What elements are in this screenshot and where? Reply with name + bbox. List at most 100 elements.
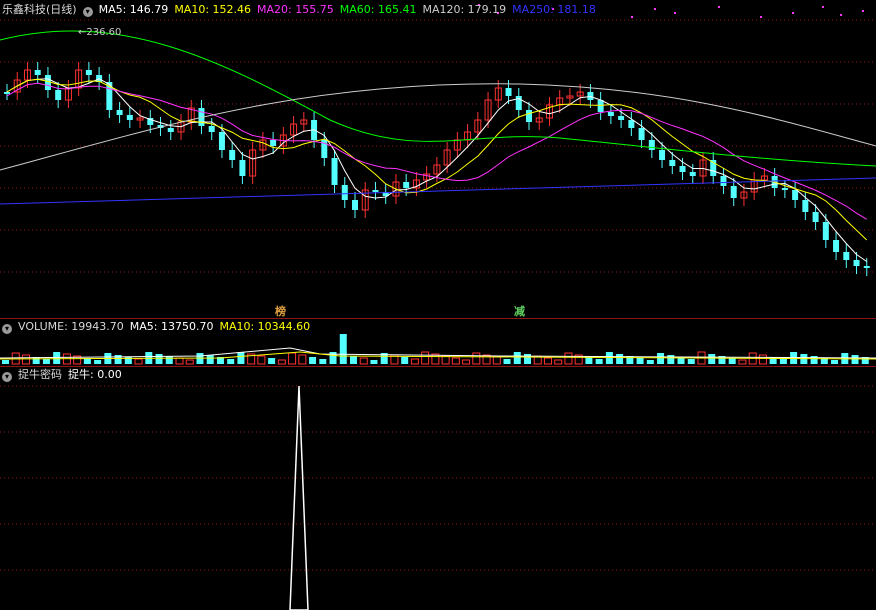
candle-body [802, 200, 809, 212]
ma-legend: MA5: 146.79 MA10: 152.46 MA20: 155.75 MA60:… [99, 3, 602, 16]
candle-body [638, 128, 645, 140]
candle-body [792, 190, 799, 200]
ma-legend-item: MA120: 179.19 [422, 3, 507, 16]
candle-body [781, 188, 788, 190]
candle-body [167, 128, 174, 132]
candle-body [607, 112, 614, 116]
badge-bang[interactable]: 榜 [275, 303, 286, 319]
volume-bar [708, 354, 716, 364]
volume-bar [646, 360, 654, 364]
candle-body [659, 150, 666, 160]
candle-body [208, 126, 215, 132]
volume-bar [758, 354, 767, 365]
volume-bar [657, 353, 665, 364]
volume-bar [350, 356, 357, 364]
candle-body [822, 222, 829, 240]
candle-body [628, 120, 635, 128]
volume-bar [339, 334, 347, 364]
volume-bar [277, 359, 286, 365]
candle-body [270, 140, 277, 146]
volume-bar [309, 357, 317, 364]
volume-bar [298, 354, 307, 365]
volume-bar [237, 352, 245, 364]
volume-bar [185, 359, 194, 365]
candle-body [648, 140, 655, 150]
collapse-volume-icon[interactable]: ▾ [2, 324, 12, 334]
high-price-label: ←236.60 [78, 27, 121, 38]
volume-chart-pane[interactable]: ▾ VOLUME: 19943.70 MA5: 13750.70 MA10: 1034… [0, 318, 876, 366]
volume-bar [370, 360, 378, 364]
candle-body [730, 186, 737, 198]
signal-dot [760, 16, 762, 18]
signal-dot [631, 16, 633, 18]
indicator-name: 捉牛密码 [18, 368, 62, 381]
candle-body [85, 70, 92, 75]
signal-dot [840, 14, 842, 16]
ma-legend-item: MA5: 146.79 [98, 3, 169, 16]
candle-body [331, 158, 338, 185]
candle-body [526, 110, 532, 122]
volume-bar [21, 354, 30, 365]
volume-bar [687, 359, 695, 364]
signal-dot [674, 12, 676, 14]
volume-bar [421, 351, 430, 365]
volume-bar [831, 360, 839, 364]
candle-body [4, 92, 10, 94]
ma-legend-item: MA10: 152.46 [174, 3, 252, 16]
volume-bar [42, 359, 50, 364]
volume-bar [738, 359, 747, 365]
volume-bar [319, 359, 327, 364]
ma-legend-item: MA60: 165.41 [339, 3, 417, 16]
collapse-indicator-icon[interactable]: ▾ [2, 372, 12, 382]
volume-bar [134, 358, 143, 365]
candle-body [55, 90, 62, 100]
candle-body [34, 70, 41, 75]
badge-jian[interactable]: 减 [514, 303, 525, 319]
candle-body [218, 132, 225, 150]
volume-bar [410, 358, 419, 365]
volume-bar [288, 352, 297, 365]
candle-body [833, 240, 840, 252]
candle-body [669, 160, 676, 166]
volume-header: ▾ VOLUME: 19943.70 MA5: 13750.70 MA10: 1034… [2, 320, 316, 334]
volume-bar [94, 360, 102, 364]
price-chart-pane[interactable]: 乐鑫科技(日线) ▾ MA5: 146.79 MA10: 152.46 MA20: 15… [0, 0, 876, 318]
volume-ma10: MA10: 10344.60 [219, 320, 311, 333]
candle-body [352, 200, 358, 210]
volume-bar [728, 358, 736, 364]
volume-bar [543, 357, 552, 365]
volume-bar [667, 355, 675, 364]
ma-legend-item: MA20: 155.75 [257, 3, 334, 16]
candle-body [618, 116, 625, 120]
volume-bar [503, 359, 511, 364]
collapse-price-icon[interactable]: ▾ [82, 7, 93, 17]
indicator-chart-pane[interactable]: ▾ 捉牛密码 捉牛: 0.00 [0, 366, 876, 610]
high-price-value: 236.60 [86, 27, 122, 38]
volume-bar [585, 357, 593, 364]
volume-bar [155, 354, 163, 364]
candlestick-chart[interactable] [0, 0, 876, 318]
candle-body [689, 172, 696, 176]
candle-body [720, 176, 727, 186]
volume-ma5: MA5: 13750.70 [129, 320, 214, 333]
volume-bar [554, 359, 563, 365]
volume-bar [206, 355, 214, 364]
volume-bar [2, 360, 9, 364]
stock-title: 乐鑫科技(日线) [2, 3, 77, 16]
candle-body [229, 150, 236, 160]
volume-bar [636, 358, 644, 364]
volume-bar [401, 357, 409, 364]
signal-dot [862, 10, 864, 12]
candle-body [239, 160, 246, 176]
volume-bar [165, 356, 173, 364]
indicator-chart[interactable] [0, 366, 876, 610]
ma-legend-item: MA250: 181.18 [512, 3, 596, 16]
volume-bar [524, 354, 531, 364]
candle-body [505, 88, 512, 96]
volume-bar [513, 352, 521, 364]
volume-bar [616, 354, 624, 364]
candle-body [812, 212, 819, 222]
candle-body [679, 166, 686, 172]
signal-dot [792, 12, 794, 14]
volume-bar [268, 358, 276, 364]
